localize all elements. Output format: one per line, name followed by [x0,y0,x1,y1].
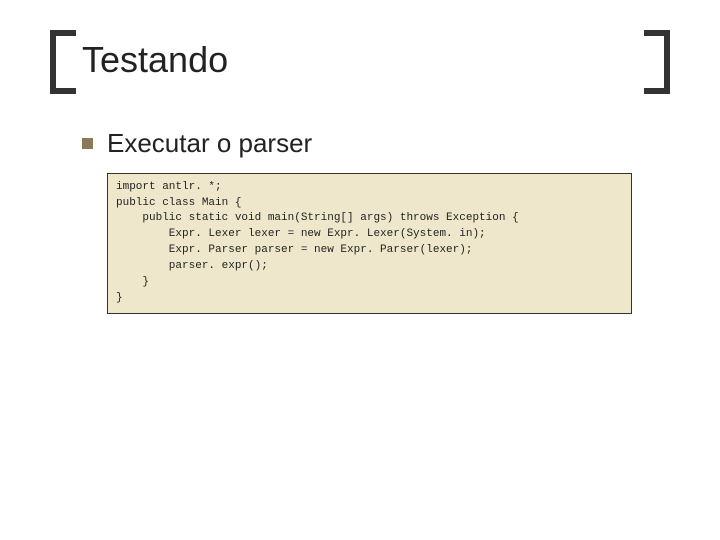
title-container: Testando [50,30,670,94]
bullet-item: Executar o parser [82,128,670,159]
code-block: import antlr. *; public class Main { pub… [107,173,632,315]
slide-body: Executar o parser import antlr. *; publi… [50,128,670,315]
bracket-left-icon [50,30,76,94]
bracket-right-icon [644,30,670,94]
slide-title: Testando [76,30,644,94]
square-bullet-icon [82,138,93,149]
bullet-text: Executar o parser [107,128,312,159]
slide: Testando Executar o parser import antlr.… [0,0,720,540]
